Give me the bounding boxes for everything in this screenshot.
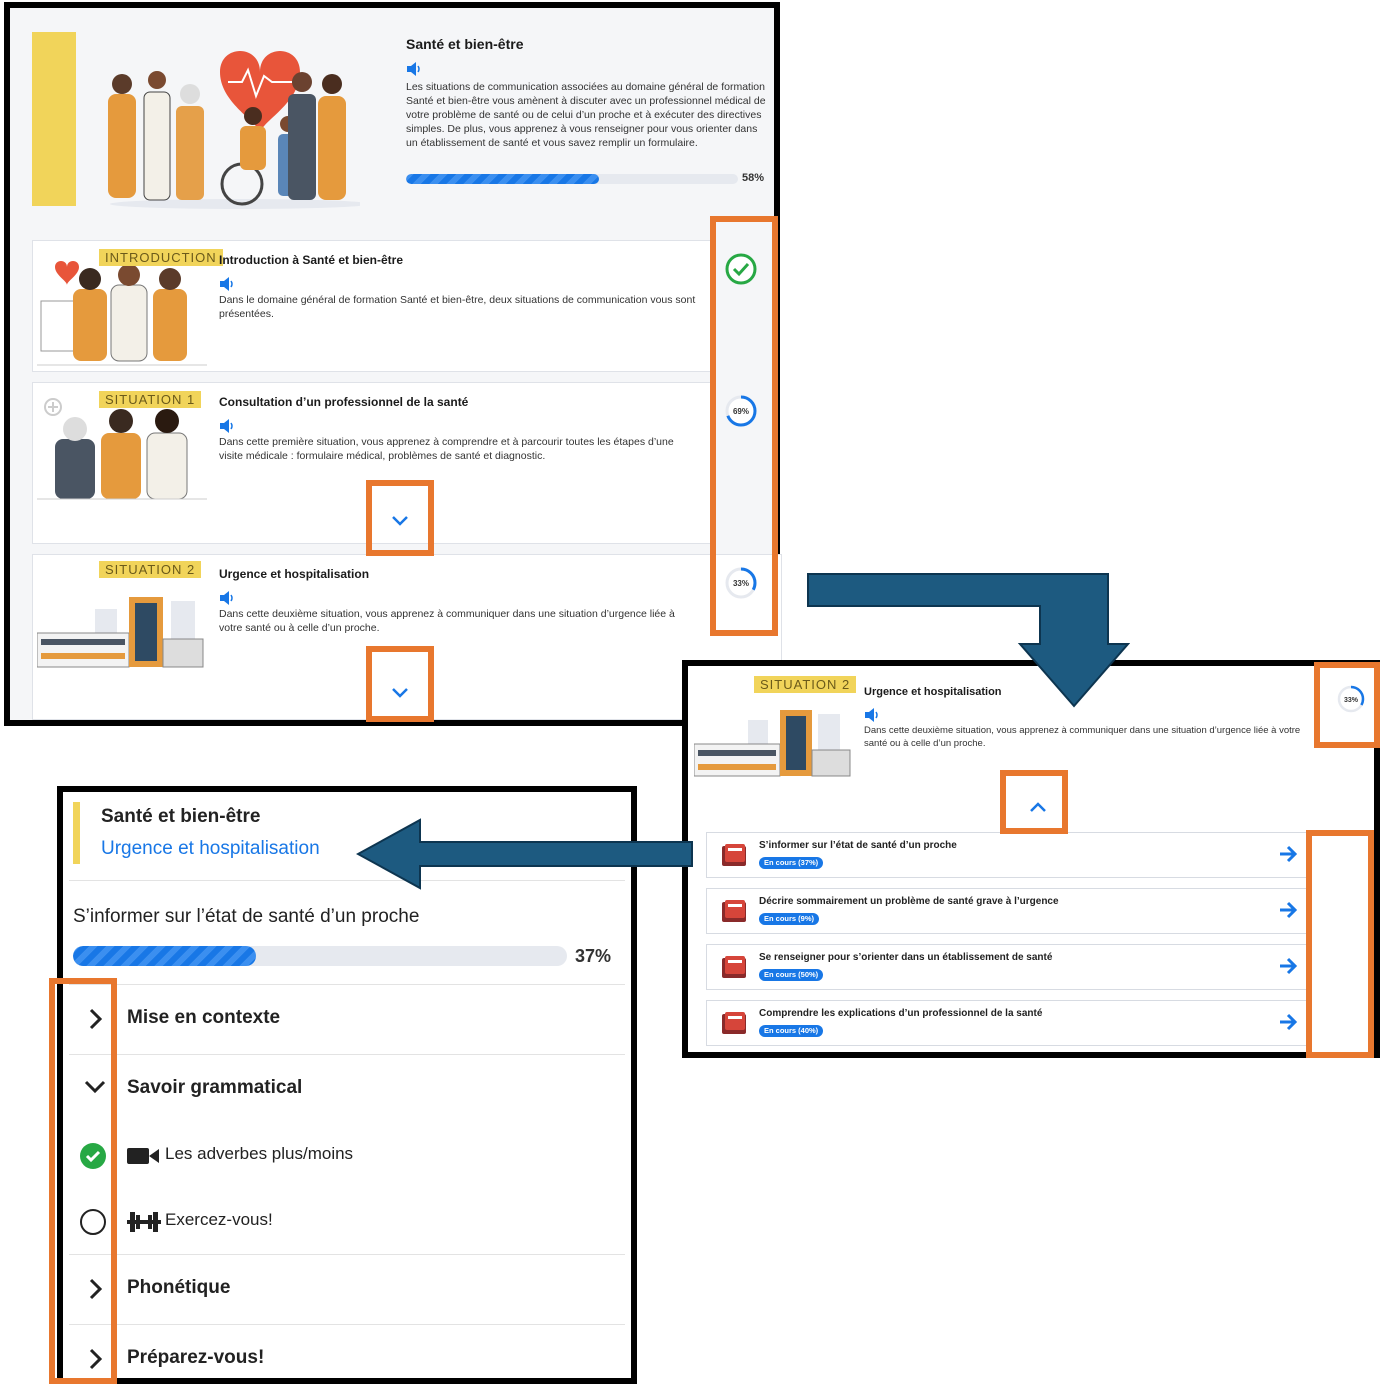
lesson-label: Les adverbes plus/moins xyxy=(165,1144,354,1163)
task-progress-label: 37% xyxy=(575,946,612,966)
section-label: Mise en contexte xyxy=(127,1007,281,1028)
intro-card[interactable]: INTRODUCTION Introduction à Santé et bie… xyxy=(32,240,716,372)
domain-progress-label: 58% xyxy=(742,172,765,184)
section-label: Phonétique xyxy=(127,1277,231,1298)
task-row[interactable]: S’informer sur l’état de santé d’un proc… xyxy=(706,832,1310,878)
card-title: Introduction à Santé et bien-être xyxy=(219,253,404,267)
card-title: Consultation d’un professionnel de la sa… xyxy=(219,395,469,409)
breadcrumb-situation[interactable]: Urgence et hospitalisation xyxy=(101,838,320,860)
section-label: Savoir grammatical xyxy=(127,1077,303,1098)
task-title: Comprendre les explications d’un profess… xyxy=(759,1008,1043,1019)
lesson-item[interactable]: Les adverbes plus/moins xyxy=(69,1124,625,1190)
card-tag: SITUATION 1 xyxy=(99,391,202,408)
domain-progress-fill xyxy=(406,174,599,184)
section-preparez-vous[interactable]: Préparez-vous! xyxy=(69,1324,625,1384)
speaker-icon[interactable] xyxy=(864,708,880,722)
hospital-illustration xyxy=(37,597,204,668)
card-text: Dans cette deuxième situation, vous appr… xyxy=(219,608,675,634)
highlight-expand-2 xyxy=(366,646,434,722)
situation-text: Dans cette deuxième situation, vous appr… xyxy=(864,725,1301,749)
task-progress-bar xyxy=(73,946,567,966)
book-icon xyxy=(722,956,746,978)
accent-bar xyxy=(32,32,76,206)
task-heading: S’informer sur l’état de santé d’un proc… xyxy=(73,906,420,927)
domain-overview-panel: Santé et bien-être Les situations de com… xyxy=(4,2,782,726)
task-status-badge: En cours (50%) xyxy=(759,969,824,981)
task-row[interactable]: Se renseigner pour s’orienter dans un ét… xyxy=(706,944,1310,990)
expanded-situation-panel: SITUATION 2 Urgence et hospitalisation D… xyxy=(682,660,1380,1058)
speaker-icon[interactable] xyxy=(219,419,235,433)
speaker-icon[interactable] xyxy=(219,277,235,291)
speaker-icon[interactable] xyxy=(406,62,422,76)
domain-title: Santé et bien-être xyxy=(406,36,524,52)
card-text: Dans cette première situation, vous appr… xyxy=(219,436,674,462)
speaker-icon[interactable] xyxy=(219,591,235,605)
section-label: Préparez-vous! xyxy=(127,1347,265,1368)
arrow-right-icon[interactable] xyxy=(1277,955,1299,977)
task-row[interactable]: Comprendre les explications d’un profess… xyxy=(706,1000,1310,1046)
task-title: Décrire sommairement un problème de sant… xyxy=(759,896,1059,907)
task-status-badge: En cours (9%) xyxy=(759,913,820,925)
task-status-badge: En cours (37%) xyxy=(759,857,824,869)
doctors-illustration xyxy=(37,261,207,366)
domain-progress-bar xyxy=(406,174,738,184)
highlight-arrows xyxy=(1306,830,1374,1058)
book-icon xyxy=(722,844,746,866)
health-hero-illustration xyxy=(108,51,360,209)
domain-description: Les situations de communication associée… xyxy=(406,81,766,149)
breadcrumb-domain[interactable]: Santé et bien-être xyxy=(101,806,260,828)
highlight-collapse xyxy=(1000,770,1068,834)
dumbbell-icon xyxy=(127,1212,161,1232)
highlight-toggles xyxy=(49,978,117,1384)
task-title: Se renseigner pour s’orienter dans un ét… xyxy=(759,952,1053,963)
flow-arrow-left xyxy=(356,818,693,890)
book-icon xyxy=(722,1012,746,1034)
exercise-label: Exercez-vous! xyxy=(165,1210,273,1229)
task-progress-fill xyxy=(73,946,256,966)
section-savoir-grammatical[interactable]: Savoir grammatical xyxy=(69,1054,625,1124)
task-row[interactable]: Décrire sommairement un problème de sant… xyxy=(706,888,1310,934)
task-title: S’informer sur l’état de santé d’un proc… xyxy=(759,840,957,851)
section-mise-en-contexte[interactable]: Mise en contexte xyxy=(69,984,625,1054)
highlight-status-column xyxy=(710,216,778,636)
task-status-badge: En cours (40%) xyxy=(759,1025,824,1037)
nurses-illustration xyxy=(37,398,207,500)
book-icon xyxy=(722,900,746,922)
highlight-ring xyxy=(1314,662,1380,748)
card-title: Urgence et hospitalisation xyxy=(219,567,370,581)
flow-arrow-down xyxy=(807,573,1130,708)
card-tag: INTRODUCTION xyxy=(99,249,223,266)
accent-bar xyxy=(73,802,80,864)
arrow-right-icon[interactable] xyxy=(1277,1011,1299,1033)
arrow-right-icon[interactable] xyxy=(1277,899,1299,921)
arrow-right-icon[interactable] xyxy=(1277,843,1299,865)
highlight-expand-1 xyxy=(366,480,434,556)
section-phonetique[interactable]: Phonétique xyxy=(69,1254,625,1324)
card-tag: SITUATION 2 xyxy=(99,561,202,578)
card-text: Dans le domaine général de formation San… xyxy=(219,294,696,320)
video-icon xyxy=(127,1148,159,1164)
exercise-item[interactable]: Exercez-vous! xyxy=(69,1190,625,1256)
